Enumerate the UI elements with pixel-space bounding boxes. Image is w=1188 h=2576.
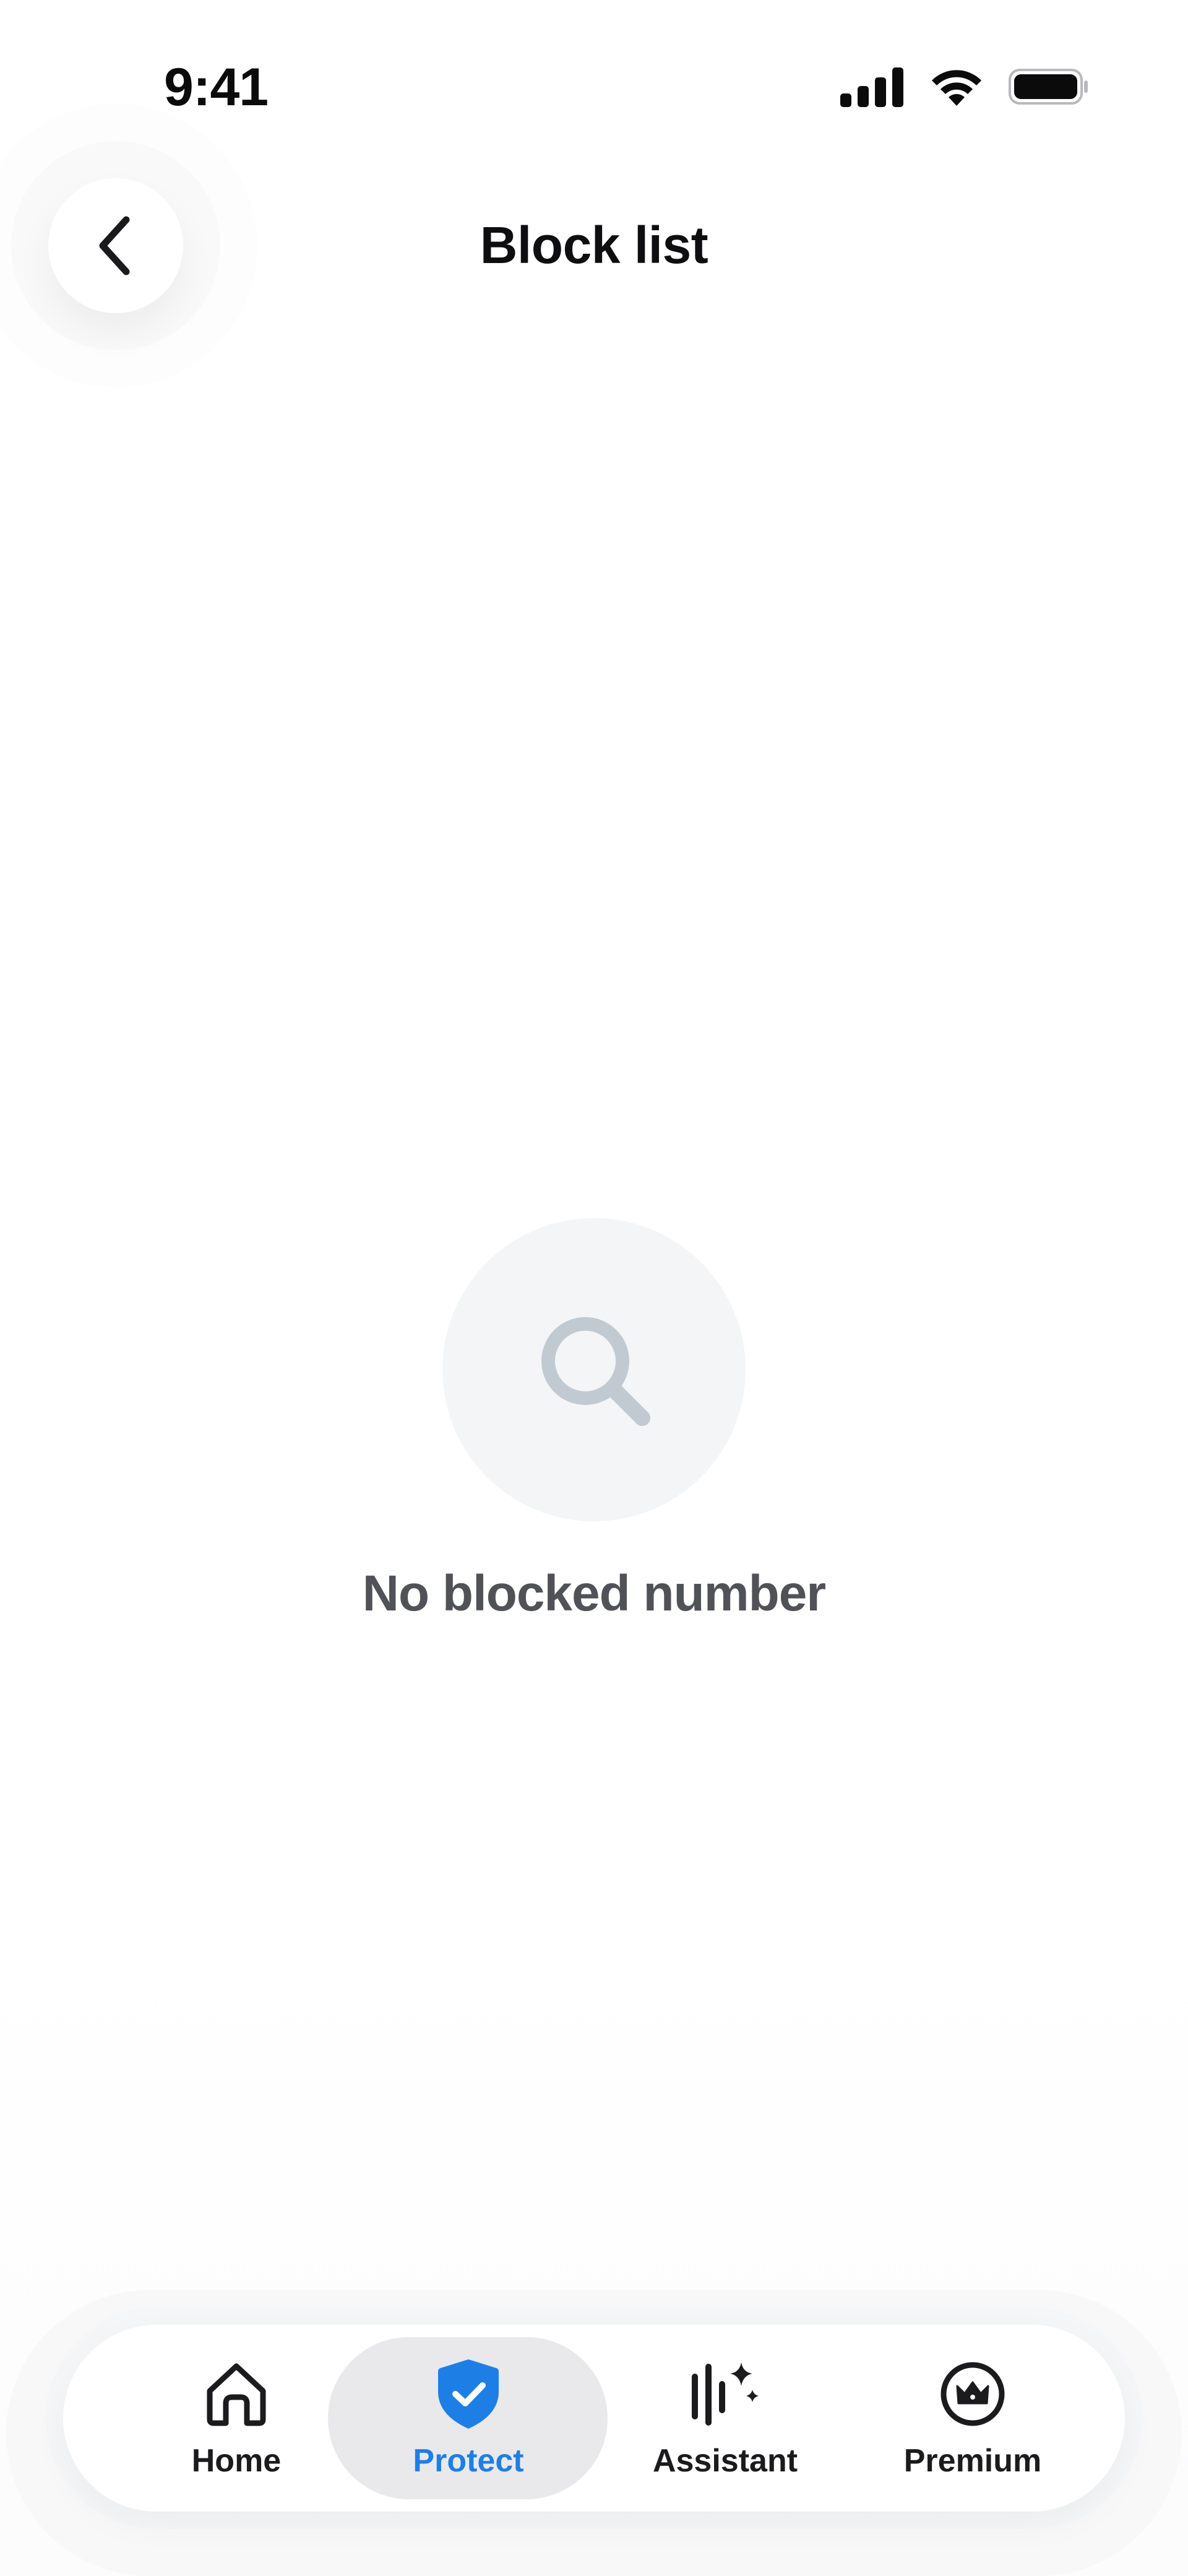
tab-home[interactable]: Home xyxy=(144,2325,329,2512)
tab-assistant[interactable]: Assistant xyxy=(620,2325,830,2512)
block-list-screen: 9:41 Block list No blocked number Home P… xyxy=(0,0,1188,2576)
crown-icon xyxy=(940,2362,1005,2426)
status-bar: 9:41 xyxy=(0,0,1188,167)
tab-home-label: Home xyxy=(191,2443,282,2479)
assistant-sparkle-icon xyxy=(692,2362,759,2426)
tab-protect[interactable]: Protect xyxy=(376,2325,561,2512)
status-icons xyxy=(840,65,1089,108)
empty-state-illustration xyxy=(442,1218,746,1521)
tab-premium-label: Premium xyxy=(903,2443,1042,2479)
status-time: 9:41 xyxy=(164,58,269,117)
shield-check-icon xyxy=(438,2359,499,2429)
tab-premium[interactable]: Premium xyxy=(867,2325,1078,2512)
empty-state-message: No blocked number xyxy=(362,1565,826,1622)
cellular-signal-icon xyxy=(840,67,903,107)
tab-assistant-label: Assistant xyxy=(652,2443,798,2479)
battery-icon xyxy=(1009,69,1088,105)
page-title: Block list xyxy=(480,216,708,274)
home-icon xyxy=(207,2363,266,2426)
tab-protect-label: Protect xyxy=(413,2443,524,2479)
bottom-nav: Home Protect Assistant Premium xyxy=(63,2325,1125,2512)
wifi-icon xyxy=(932,70,981,106)
search-icon xyxy=(541,1317,650,1426)
